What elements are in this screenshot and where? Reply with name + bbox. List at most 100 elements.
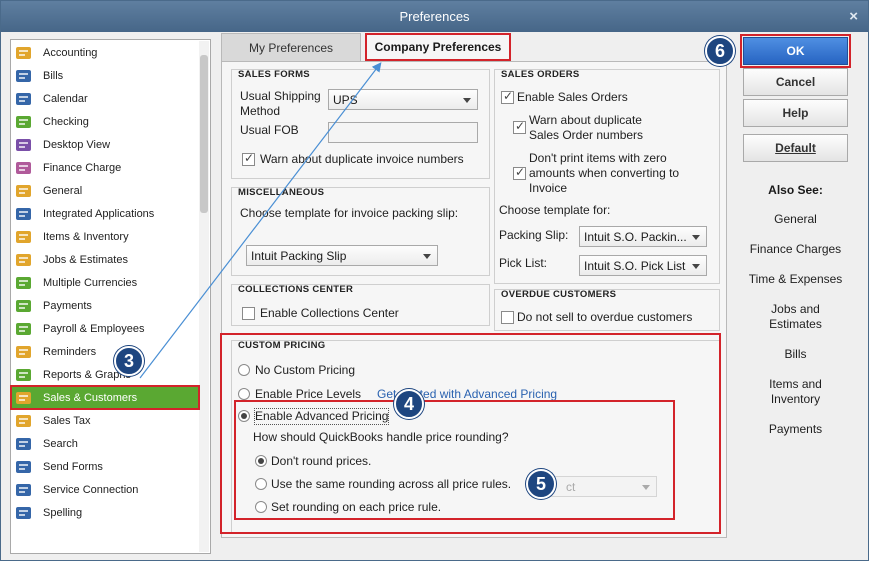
also-see-finance-charges[interactable]: Finance Charges — [733, 242, 858, 257]
also-see-general[interactable]: General — [733, 212, 858, 227]
usual-shipping-method-label: Usual Shipping Method — [240, 89, 321, 118]
sidebar-item-service-connection[interactable]: Service Connection — [11, 478, 199, 501]
sidebar-item-integrated-applications[interactable]: Integrated Applications — [11, 202, 199, 225]
sidebar-item-jobs-estimates[interactable]: Jobs & Estimates — [11, 248, 199, 271]
finance-charge-icon — [14, 159, 34, 177]
also-see-bills[interactable]: Bills — [733, 347, 858, 362]
do-not-sell-overdue-label: Do not sell to overdue customers — [517, 310, 693, 324]
warn-duplicate-invoice-label: Warn about duplicate invoice numbers — [260, 152, 464, 166]
packing-slip-label: Packing Slip: — [499, 228, 569, 242]
also-see-jobs-estimates[interactable]: Jobs and Estimates — [753, 302, 838, 332]
enable-collections-center-checkbox[interactable] — [242, 307, 255, 320]
sidebar-item-label: Send Forms — [43, 460, 103, 473]
sidebar-item-send-forms[interactable]: Send Forms — [11, 455, 199, 478]
invoice-packing-slip-value: Intuit Packing Slip — [251, 248, 347, 263]
sales-orders-title: SALES ORDERS — [501, 69, 580, 80]
sidebar-item-items-inventory[interactable]: Items & Inventory — [11, 225, 199, 248]
spelling-icon — [14, 504, 34, 522]
items-inventory-icon — [14, 228, 34, 246]
callout-badge-4: 4 — [394, 389, 424, 419]
invoice-packing-slip-select[interactable]: Intuit Packing Slip — [246, 245, 438, 266]
tab-my-preferences-label: My Preferences — [248, 40, 334, 55]
miscellaneous-title: MISCELLANEOUS — [238, 187, 325, 198]
sidebar-item-label: Multiple Currencies — [43, 276, 138, 289]
sidebar-item-label: Sales & Customers — [43, 391, 138, 404]
accounting-icon — [14, 44, 34, 62]
bills-icon — [14, 67, 34, 85]
also-see-payments[interactable]: Payments — [733, 422, 858, 437]
ok-button[interactable]: OK — [740, 34, 851, 68]
sales-customers-icon — [14, 389, 34, 407]
also-see-title: Also See: — [768, 183, 823, 197]
so-packing-slip-value: Intuit S.O. Packin... — [584, 229, 687, 244]
so-pick-list-select[interactable]: Intuit S.O. Pick List — [579, 255, 707, 276]
warn-duplicate-invoice-checkbox[interactable] — [242, 151, 255, 166]
jobs-estimates-icon — [14, 251, 34, 269]
so-packing-slip-select[interactable]: Intuit S.O. Packin... — [579, 226, 707, 247]
also-see-items-inventory[interactable]: Items and Inventory — [758, 377, 833, 407]
sidebar-item-label: Service Connection — [43, 483, 139, 496]
overdue-customers-group: OVERDUE CUSTOMERS Do not sell to overdue… — [494, 289, 720, 331]
miscellaneous-group: MISCELLANEOUS Choose template for invoic… — [231, 187, 490, 276]
warn-duplicate-so-checkbox[interactable] — [513, 119, 526, 134]
enable-sales-orders-checkbox[interactable] — [501, 89, 514, 104]
sidebar-item-label: Calendar — [43, 92, 88, 105]
tab-company-preferences[interactable]: Company Preferences — [365, 33, 511, 61]
sidebar-item-checking[interactable]: Checking — [11, 110, 199, 133]
callout-badge-6: 6 — [705, 36, 735, 66]
sidebar-item-payroll-employees[interactable]: Payroll & Employees — [11, 317, 199, 340]
help-button[interactable]: Help — [743, 99, 848, 127]
sidebar-item-desktop-view[interactable]: Desktop View — [11, 133, 199, 156]
sidebar-item-label: Checking — [43, 115, 89, 128]
multiple-currencies-icon — [14, 274, 34, 292]
calendar-icon — [14, 90, 34, 108]
close-icon[interactable]: × — [849, 8, 858, 25]
sidebar-item-reminders[interactable]: Reminders — [11, 340, 199, 363]
callout-badge-3: 3 — [114, 346, 144, 376]
service-connection-icon — [14, 481, 34, 499]
payments-icon — [14, 297, 34, 315]
enable-collections-center-label: Enable Collections Center — [260, 306, 399, 320]
do-not-sell-overdue-checkbox[interactable] — [501, 311, 514, 324]
sidebar-item-payments[interactable]: Payments — [11, 294, 199, 317]
pick-list-label: Pick List: — [499, 256, 548, 270]
tab-my-preferences[interactable]: My Preferences — [221, 33, 361, 61]
shipping-method-select[interactable]: UPS — [328, 89, 478, 110]
sidebar-item-label: Integrated Applications — [43, 207, 155, 220]
sidebar-item-multiple-currencies[interactable]: Multiple Currencies — [11, 271, 199, 294]
desktop-view-icon — [14, 136, 34, 154]
sales-forms-group: SALES FORMS Usual Shipping Method UPS Us… — [231, 69, 490, 179]
sidebar-item-label: Jobs & Estimates — [43, 253, 128, 266]
sidebar-item-calendar[interactable]: Calendar — [11, 87, 199, 110]
sidebar-item-reports-graphs[interactable]: Reports & Graphs — [11, 363, 199, 386]
sidebar-item-search[interactable]: Search — [11, 432, 199, 455]
dont-print-zero-label: Don't print items with zero amounts when… — [529, 151, 680, 195]
sidebar-item-spelling[interactable]: Spelling — [11, 501, 199, 524]
scrollbar-thumb[interactable] — [200, 55, 208, 213]
sidebar-item-label: Finance Charge — [43, 161, 122, 174]
chevron-down-icon — [692, 235, 700, 240]
sidebar-item-sales-tax[interactable]: Sales Tax — [11, 409, 199, 432]
sidebar-item-label: Sales Tax — [43, 414, 91, 427]
warn-duplicate-so-label: Warn about duplicate Sales Order numbers — [529, 113, 644, 142]
overdue-customers-title: OVERDUE CUSTOMERS — [501, 289, 617, 300]
usual-fob-input[interactable] — [328, 122, 478, 143]
sidebar-scrollbar[interactable] — [199, 41, 209, 552]
sidebar-item-general[interactable]: General — [11, 179, 199, 202]
sidebar-item-accounting[interactable]: Accounting — [11, 41, 199, 64]
window-title: Preferences — [399, 9, 470, 24]
sidebar-item-bills[interactable]: Bills — [11, 64, 199, 87]
dont-print-zero-checkbox[interactable] — [513, 165, 526, 180]
sales-orders-group: SALES ORDERS Enable Sales Orders Warn ab… — [494, 69, 720, 284]
sidebar-item-label: Accounting — [43, 46, 98, 59]
choose-template-for-label: Choose template for: — [499, 203, 611, 217]
sidebar-item-sales-customers[interactable]: Sales & Customers — [10, 385, 200, 410]
collections-center-group: COLLECTIONS CENTER Enable Collections Ce… — [231, 284, 490, 326]
search-icon — [14, 435, 34, 453]
also-see-time-expenses[interactable]: Time & Expenses — [733, 272, 858, 287]
cancel-button[interactable]: Cancel — [743, 68, 848, 96]
sidebar-item-label: Items & Inventory — [43, 230, 129, 243]
sidebar-item-finance-charge[interactable]: Finance Charge — [11, 156, 199, 179]
default-button[interactable]: Default — [743, 134, 848, 162]
advanced-pricing-highlight — [234, 400, 675, 520]
